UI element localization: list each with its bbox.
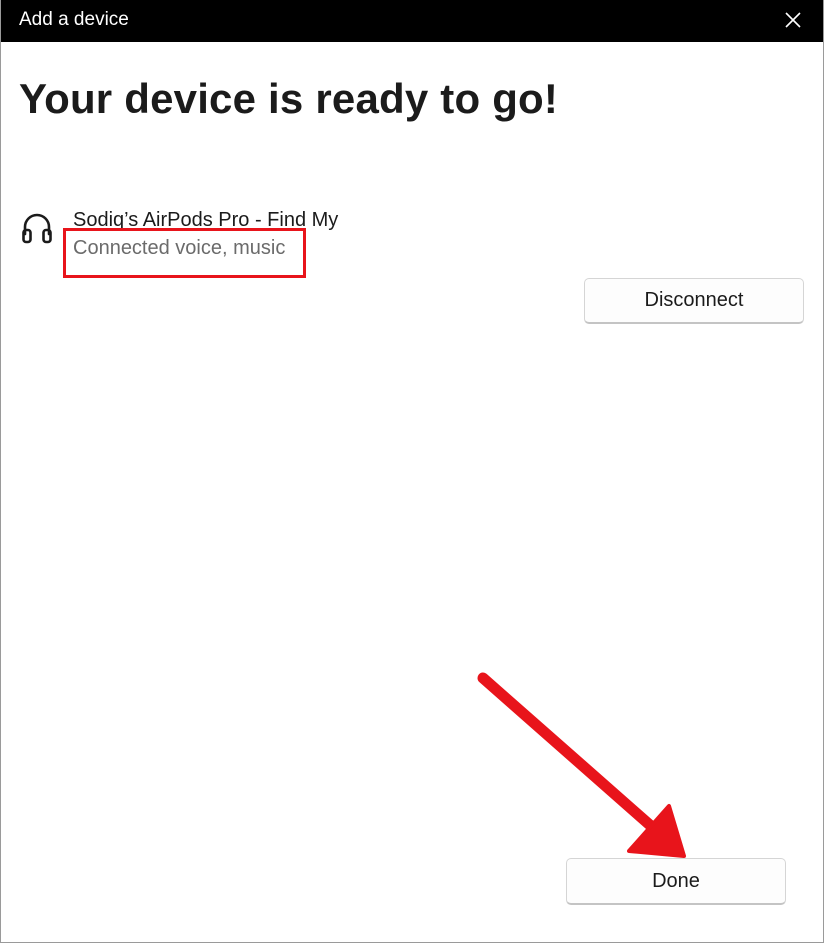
window-title: Add a device (19, 9, 129, 30)
close-button[interactable] (771, 0, 815, 40)
disconnect-button[interactable]: Disconnect (584, 278, 804, 324)
arrow-annotation (477, 672, 686, 858)
page-title: Your device is ready to go! (19, 75, 559, 122)
done-button[interactable]: Done (566, 858, 786, 905)
add-device-dialog: Add a device Your device is ready to go!… (0, 0, 824, 943)
headphones-icon (22, 213, 52, 244)
title-bar: Add a device (1, 0, 823, 42)
close-icon (785, 12, 801, 28)
highlight-annotation (63, 228, 306, 278)
